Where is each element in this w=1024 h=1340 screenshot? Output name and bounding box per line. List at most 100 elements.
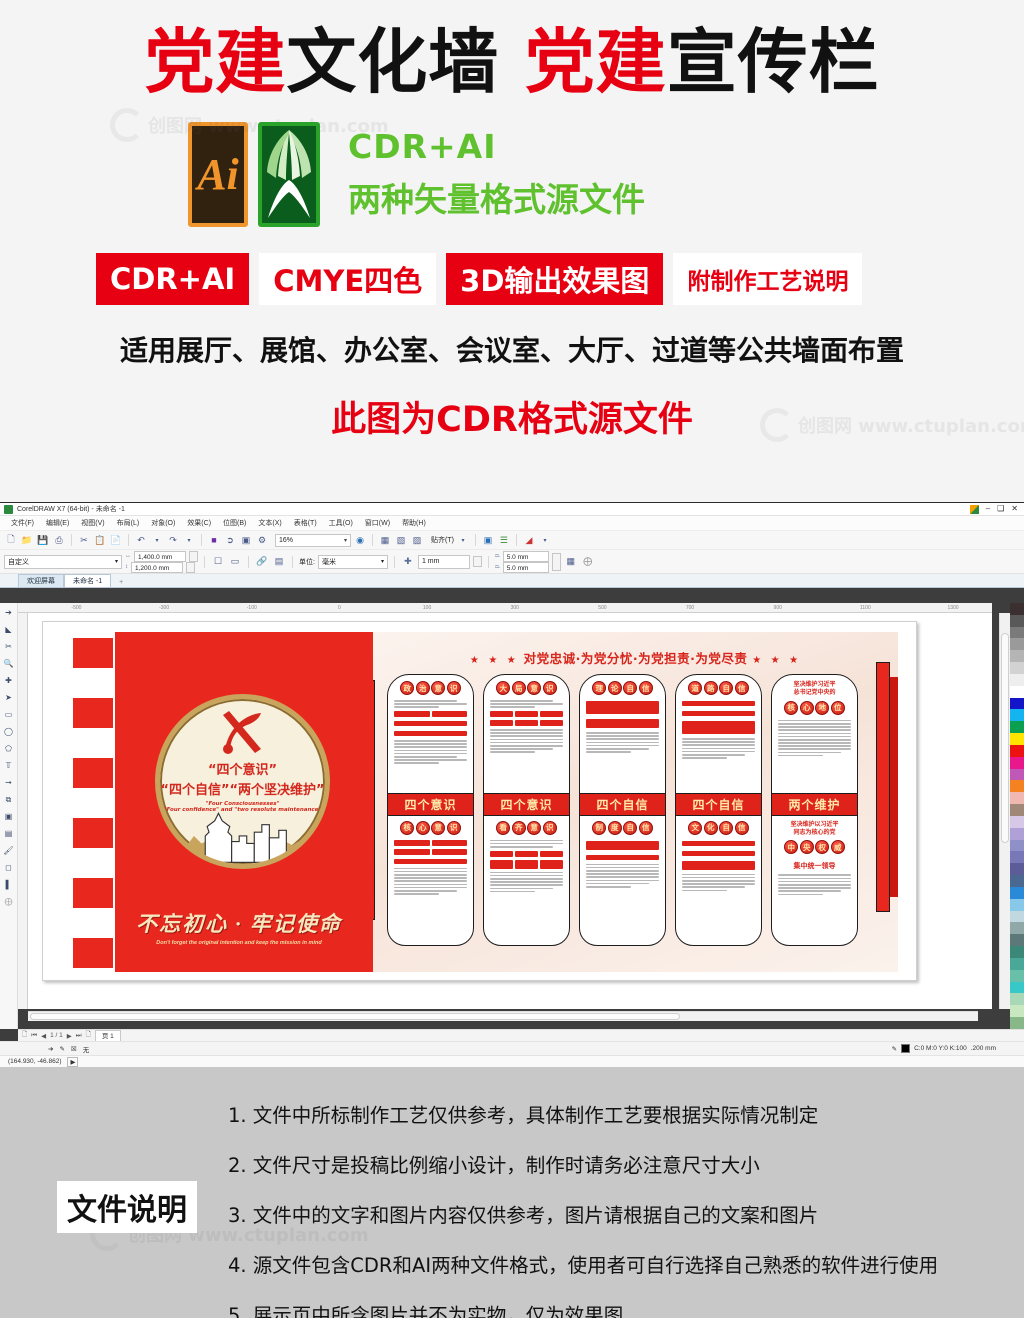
- unit-combo[interactable]: 毫米 ▾: [317, 554, 388, 569]
- palette-swatch[interactable]: [1010, 697, 1024, 710]
- page-preset-combo[interactable]: 自定义 ▾: [4, 554, 122, 569]
- palette-swatch[interactable]: [1010, 886, 1024, 899]
- palette-swatch[interactable]: [1010, 898, 1024, 911]
- palette-swatch[interactable]: [1010, 815, 1024, 828]
- palette-swatch[interactable]: [1010, 827, 1024, 840]
- zoom-tool-icon[interactable]: 🔍: [2, 657, 15, 670]
- horizontal-scrollbar[interactable]: [28, 1011, 978, 1021]
- outline-color-swatch[interactable]: [901, 1044, 911, 1053]
- menu-layout[interactable]: 布局(L): [111, 517, 146, 529]
- shape-tool-icon[interactable]: ◣: [2, 623, 15, 636]
- palette-swatch[interactable]: [1010, 709, 1024, 722]
- menu-help[interactable]: 帮助(H): [396, 517, 432, 529]
- menu-file[interactable]: 文件(F): [5, 517, 40, 529]
- drop-shadow-icon[interactable]: ▣: [2, 810, 15, 823]
- palette-swatch[interactable]: [1010, 792, 1024, 805]
- duplicate-spinner[interactable]: [551, 552, 561, 571]
- fill-dropdown-icon[interactable]: ▾: [538, 533, 552, 547]
- palette-swatch[interactable]: [1010, 851, 1024, 864]
- portrait-orientation-icon[interactable]: ☐: [211, 555, 225, 569]
- smart-fill-icon[interactable]: ▌: [2, 878, 15, 891]
- scrollbar-thumb[interactable]: [1001, 633, 1009, 843]
- last-page-icon[interactable]: ⏭: [76, 1032, 82, 1040]
- snap-to-label[interactable]: 贴齐(T): [431, 535, 454, 545]
- palette-swatch[interactable]: [1010, 768, 1024, 781]
- options-icon[interactable]: ▣: [481, 533, 495, 547]
- first-page-icon[interactable]: ⏮: [31, 1032, 37, 1040]
- menu-bitmaps[interactable]: 位图(B): [217, 517, 252, 529]
- nudge-spinner[interactable]: [472, 556, 482, 567]
- vertical-scrollbar[interactable]: [999, 613, 1010, 1009]
- duplicate-x-row[interactable]: ⏢ 5.0 mm: [495, 550, 549, 562]
- color-palette[interactable]: [1010, 603, 1024, 1029]
- prev-page-icon[interactable]: ◀: [41, 1032, 46, 1040]
- menu-edit[interactable]: 编辑(E): [40, 517, 75, 529]
- palette-swatch[interactable]: [1010, 662, 1024, 674]
- palette-swatch[interactable]: [1010, 721, 1024, 734]
- menu-object[interactable]: 对象(O): [145, 517, 181, 529]
- menu-view[interactable]: 视图(V): [75, 517, 110, 529]
- rectangle-tool-icon[interactable]: ▭: [2, 708, 15, 721]
- interactive-fill-icon[interactable]: ◻: [2, 861, 15, 874]
- export-icon[interactable]: ➲: [223, 533, 237, 547]
- palette-swatch[interactable]: [1010, 1005, 1024, 1017]
- palette-swatch[interactable]: [1010, 603, 1024, 615]
- redo-dropdown-icon[interactable]: ▾: [182, 533, 196, 547]
- crop-tool-icon[interactable]: ✂: [2, 640, 15, 653]
- vertical-ruler[interactable]: [18, 613, 28, 1009]
- next-page-icon[interactable]: ▶: [67, 1032, 72, 1040]
- minimize-button[interactable]: –: [986, 505, 990, 513]
- launch-icon[interactable]: ⚙: [255, 533, 269, 547]
- palette-swatch[interactable]: [1010, 780, 1024, 793]
- restore-button[interactable]: ❑: [997, 505, 1004, 513]
- more-tools-icon[interactable]: ⨁: [2, 895, 15, 908]
- redo-icon[interactable]: ↷: [166, 533, 180, 547]
- text-tool-icon[interactable]: 𝕋: [2, 759, 15, 772]
- publish-pdf-icon[interactable]: ▣: [239, 533, 253, 547]
- page-width-row[interactable]: ↔ 1,400.0 mm: [125, 550, 198, 562]
- menu-tools[interactable]: 工具(O): [323, 517, 359, 529]
- undo-icon[interactable]: ↶: [134, 533, 148, 547]
- ellipse-tool-icon[interactable]: ◯: [2, 725, 15, 738]
- palette-swatch[interactable]: [1010, 993, 1024, 1006]
- page-width-spinner[interactable]: [189, 550, 198, 562]
- nudge-field[interactable]: 1 mm: [417, 554, 470, 569]
- scrollbar-thumb[interactable]: [30, 1013, 680, 1020]
- pick-tool-icon[interactable]: ➔: [2, 606, 15, 619]
- palette-swatch[interactable]: [1010, 946, 1024, 958]
- menu-table[interactable]: 表格(T): [288, 517, 323, 529]
- doc-tab-untitled[interactable]: 未命名 -1: [64, 574, 112, 587]
- polygon-tool-icon[interactable]: ⬠: [2, 742, 15, 755]
- copy-icon[interactable]: 📋: [93, 533, 107, 547]
- new-icon[interactable]: 🗋: [4, 533, 18, 547]
- straight-line-connector-icon[interactable]: ⧉: [2, 793, 15, 806]
- paste-icon[interactable]: 📄: [109, 533, 123, 547]
- show-rulers-icon[interactable]: ▦: [378, 533, 392, 547]
- coordinate-expand-icon[interactable]: ▶: [67, 1056, 79, 1067]
- save-icon[interactable]: 💾: [36, 533, 50, 547]
- palette-swatch[interactable]: [1010, 922, 1024, 935]
- cut-icon[interactable]: ✂: [77, 533, 91, 547]
- page-height-row[interactable]: ↕ 1,200.0 mm: [125, 561, 198, 573]
- add-page-end-icon[interactable]: 🗋: [86, 1030, 91, 1041]
- menu-effects[interactable]: 效果(C): [181, 517, 217, 529]
- add-page-icon[interactable]: 🗋: [22, 1030, 27, 1041]
- transparency-icon[interactable]: ▤: [2, 827, 15, 840]
- undo-dropdown-icon[interactable]: ▾: [150, 533, 164, 547]
- palette-swatch[interactable]: [1010, 673, 1024, 686]
- page-area[interactable]: “四个意识” “四个自信”“两个坚决维护” "Four Consciousnes…: [42, 621, 917, 981]
- palette-swatch[interactable]: [1010, 685, 1024, 698]
- show-guidelines-icon[interactable]: ▨: [410, 533, 424, 547]
- palette-swatch[interactable]: [1010, 733, 1024, 745]
- palette-swatch[interactable]: [1010, 981, 1024, 994]
- color-eyedropper-icon[interactable]: 🖌: [2, 844, 15, 857]
- palette-swatch[interactable]: [1010, 934, 1024, 947]
- zoom-level-combo[interactable]: 16% ▾: [275, 533, 351, 547]
- object-manager-icon[interactable]: ☰: [497, 533, 511, 547]
- add-toolbar-item-icon[interactable]: ⨁: [581, 555, 595, 569]
- parallel-dimension-icon[interactable]: ➞: [2, 776, 15, 789]
- palette-swatch[interactable]: [1010, 744, 1024, 757]
- all-pages-icon[interactable]: 🔗: [255, 555, 269, 569]
- fill-color-icon[interactable]: ◢: [522, 533, 536, 547]
- palette-swatch[interactable]: [1010, 756, 1024, 769]
